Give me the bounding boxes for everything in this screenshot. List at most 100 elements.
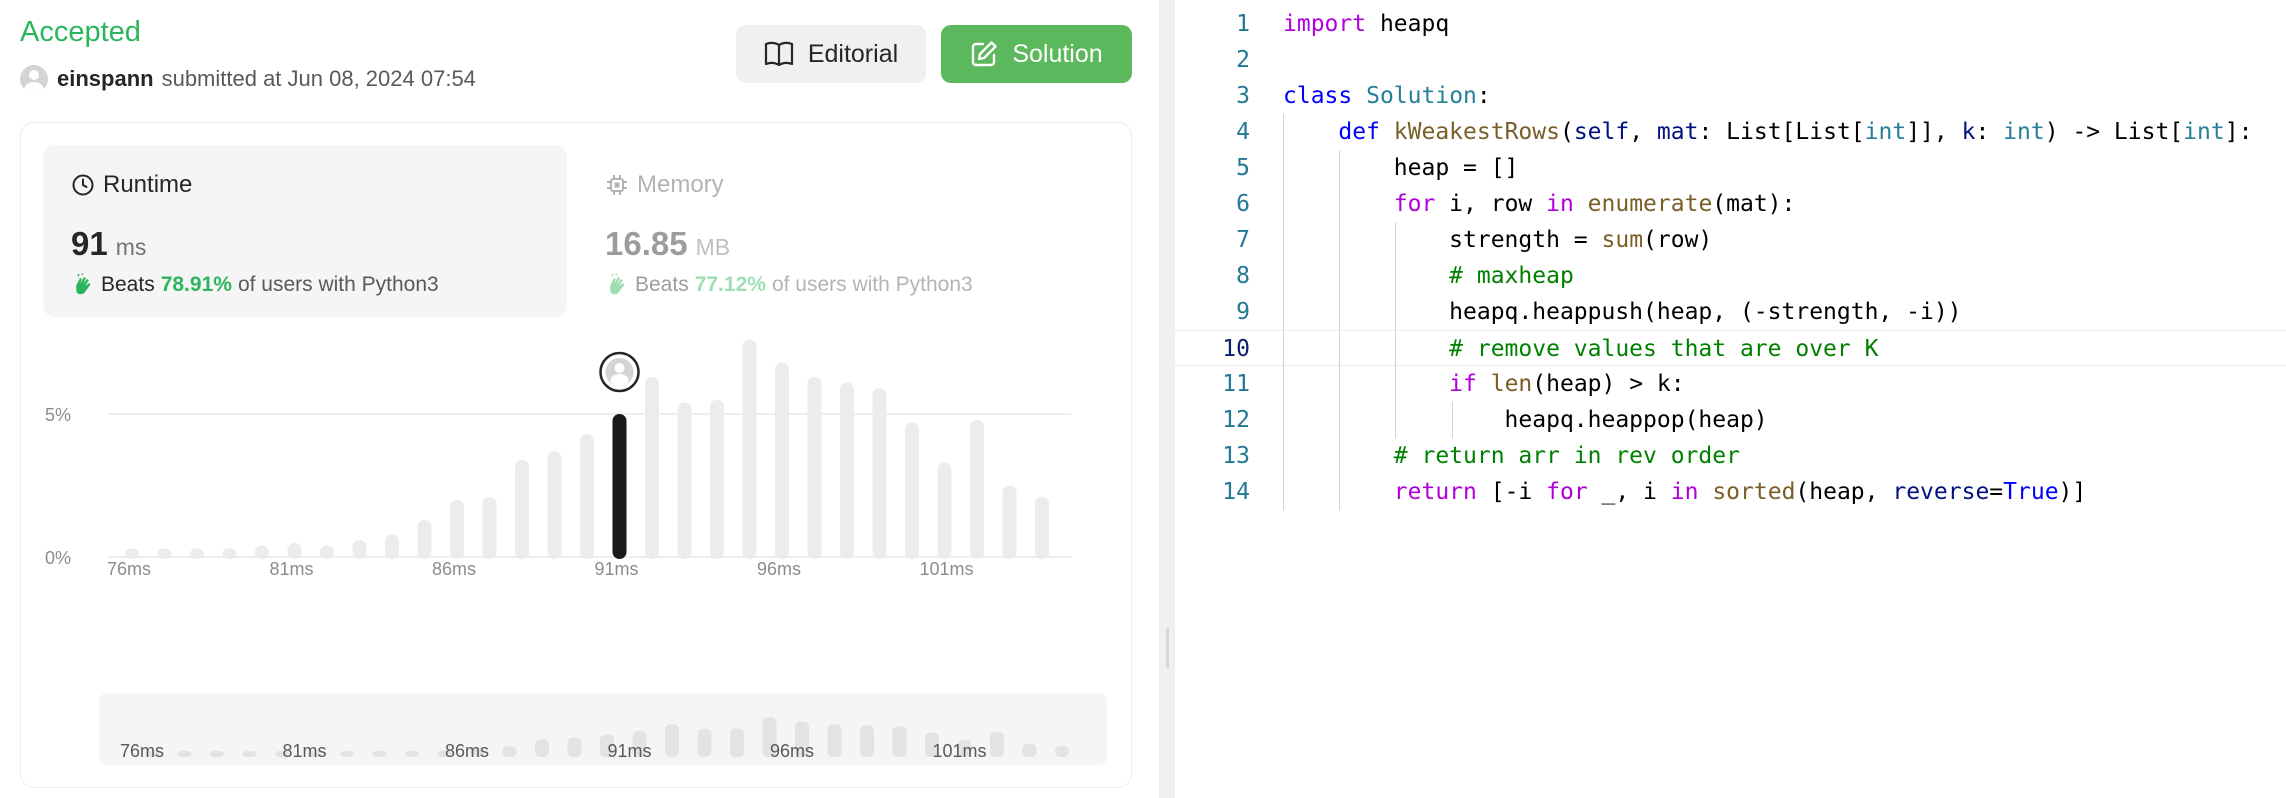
chip-icon [607, 175, 627, 195]
mini-x-tick-label: 86ms [445, 741, 489, 761]
bar[interactable] [905, 422, 919, 559]
bar[interactable] [937, 462, 952, 559]
mini-bar [372, 751, 387, 757]
mini-bar [697, 728, 712, 757]
bar[interactable] [1002, 485, 1017, 560]
mini-bar [892, 726, 907, 757]
memory-beats-percent: 77.12% [694, 273, 766, 296]
code-line[interactable]: 2 [1175, 42, 2286, 78]
memory-value: 16.85 [605, 225, 688, 262]
bar[interactable] [580, 434, 594, 559]
code-text: if len(heap) > k: [1449, 371, 1685, 397]
code-text: strength = sum(row) [1283, 227, 1713, 253]
mini-bar [242, 751, 257, 757]
memory-label: Memory [637, 171, 724, 198]
bar[interactable] [840, 382, 854, 559]
mini-bar [665, 724, 679, 757]
runtime-stat[interactable]: Runtime 91 ms Beats 78.91% of users with… [43, 145, 567, 317]
x-tick-label: 86ms [432, 559, 476, 579]
mini-x-tick-label: 91ms [608, 741, 652, 761]
bar[interactable] [645, 376, 659, 559]
editorial-button[interactable]: Editorial [736, 25, 926, 83]
splitter-grip[interactable] [1166, 628, 1169, 668]
line-number: 12 [1222, 407, 1250, 433]
bar[interactable] [710, 399, 724, 559]
code-line[interactable]: 4 def kWeakestRows(self, mat: List[List[… [1175, 114, 2286, 150]
submission-meta: einspann submitted at Jun 08, 2024 07:54 [20, 64, 476, 94]
bar[interactable] [515, 459, 529, 559]
bar[interactable] [970, 419, 984, 559]
bar[interactable] [807, 376, 822, 559]
line-number: 7 [1236, 227, 1250, 253]
runtime-distribution-chart[interactable]: 10%5%0%76ms81ms86ms91ms96ms101ms [21, 323, 1133, 583]
clap-icon [76, 273, 91, 295]
line-number: 2 [1236, 47, 1250, 73]
bar[interactable] [352, 539, 367, 559]
bar[interactable] [547, 451, 562, 559]
mini-x-tick-label: 101ms [933, 741, 987, 761]
chart-range-navigator-bars[interactable]: 76ms 81ms 86ms 91ms 96ms 101ms [99, 693, 1107, 765]
solution-label: Solution [1012, 39, 1103, 68]
submitted-time: submitted at Jun 08, 2024 07:54 [161, 66, 476, 91]
mini-x-tick-label: 96ms [770, 741, 814, 761]
line-number: 10 [1222, 336, 1250, 362]
avatar[interactable] [20, 65, 48, 93]
bar[interactable] [287, 542, 302, 559]
code-line[interactable]: 5 heap = [] [1175, 150, 2286, 186]
code-line[interactable]: 7 strength = sum(row) [1175, 222, 2286, 258]
code-line[interactable]: 8 # maxheap [1175, 258, 2286, 294]
y-tick-label: 5% [45, 405, 71, 425]
code-line[interactable]: 13 # return arr in rev order [1175, 438, 2286, 474]
bar[interactable] [677, 402, 692, 559]
runtime-value: 91 [71, 225, 108, 262]
line-number: 1 [1236, 11, 1250, 37]
code-line[interactable]: 1 import heapq [1175, 6, 2286, 42]
mini-bar [827, 724, 842, 757]
bar[interactable] [775, 362, 789, 559]
line-number: 3 [1236, 83, 1250, 109]
bar[interactable] [482, 496, 497, 559]
mini-bar [1022, 744, 1037, 757]
editorial-label: Editorial [807, 39, 899, 68]
mini-bar [990, 732, 1004, 757]
code-line[interactable]: 14 return [-i for _, i in sorted(heap, r… [1175, 474, 2286, 510]
my-submission-avatar [599, 351, 640, 393]
code-text: for i, row in enumerate(mat): [1393, 191, 1796, 217]
username-link[interactable]: einspann [57, 66, 154, 92]
bar[interactable] [742, 339, 757, 559]
bar[interactable] [450, 499, 464, 559]
bar[interactable] [157, 548, 172, 559]
code-line[interactable]: 12 heapq.heappop(heap) [1175, 402, 2286, 438]
bar[interactable] [255, 545, 269, 559]
line-number: 8 [1236, 263, 1250, 289]
bar[interactable] [222, 548, 237, 559]
edit-icon [972, 41, 998, 67]
panel-splitter[interactable] [1159, 0, 1175, 798]
code-text: return [-i for _, i in sorted(heap, reve… [1393, 479, 2087, 505]
line-number: 4 [1236, 119, 1250, 145]
code-line[interactable]: 11 if len(heap) > k: [1175, 366, 2286, 402]
bar[interactable] [385, 534, 399, 559]
memory-beats-word: Beats [635, 273, 689, 296]
bar[interactable] [125, 548, 139, 559]
code-line[interactable]: 6 for i, row in enumerate(mat): [1175, 186, 2286, 222]
x-tick-label: 76ms [107, 559, 151, 579]
code-line[interactable]: 3 class Solution: [1175, 78, 2286, 114]
bar[interactable] [872, 388, 887, 559]
code-text: def kWeakestRows(self, mat: List[List[in… [1338, 119, 2253, 145]
memory-stat[interactable]: Memory 16.85 MB Beats 77.12% of users wi… [589, 145, 1113, 317]
bar[interactable] [417, 519, 432, 559]
line-number: 6 [1236, 191, 1250, 217]
bar[interactable] [1035, 496, 1049, 559]
code-editor[interactable]: 1 import heapq 2 3 class Solution: 4 def kWea… [1175, 0, 2286, 798]
solution-button[interactable]: Solution [941, 25, 1132, 83]
bar-selected[interactable] [612, 414, 627, 559]
code-line[interactable]: 9 heapq.heappush(heap, (-strength, -i)) [1175, 294, 2286, 330]
runtime-beats: Beats 78.91% of users with Python3 [71, 273, 439, 297]
bar[interactable] [320, 545, 334, 559]
runtime-label: Runtime [103, 171, 193, 198]
mini-bar [405, 751, 419, 757]
mini-bar [1055, 746, 1069, 757]
code-line[interactable]: 10 # remove values that are over K [1175, 330, 2286, 367]
bar[interactable] [190, 548, 204, 559]
